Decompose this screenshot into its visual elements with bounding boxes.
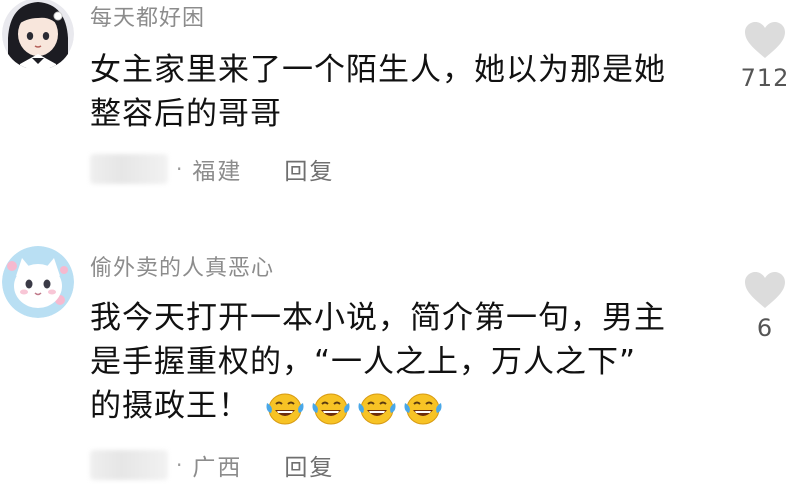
- white-cat-avatar-icon: [2, 246, 74, 318]
- heart-icon: [745, 272, 785, 308]
- comment-text-line: 的摄政王！: [90, 384, 730, 428]
- laughing-tears-emoji-icon: [312, 393, 350, 424]
- blurred-date: [90, 450, 168, 480]
- comment-text-line-end: 的摄政王！: [90, 388, 250, 424]
- comment-text: 我今天打开一本小说，简介第一句，男主 是手握重权的，“一人之上，万人之下” 的摄…: [90, 296, 730, 428]
- comment-meta: · 广西 回复: [90, 448, 334, 482]
- like-button[interactable]: 6: [735, 270, 795, 342]
- separator-dot: ·: [176, 453, 183, 477]
- reply-button[interactable]: 回复: [284, 448, 334, 482]
- comment-item: 偷外卖的人真恶心 我今天打开一本小说，简介第一句，男主 是手握重权的，“一人之上…: [0, 0, 795, 486]
- emoji-row: [264, 389, 448, 427]
- comment-text-line: 我今天打开一本小说，简介第一句，男主: [90, 300, 666, 336]
- ip-region: 广西: [192, 455, 243, 481]
- like-count: 6: [756, 314, 774, 342]
- laughing-tears-emoji-icon: [358, 393, 396, 424]
- avatar[interactable]: [2, 246, 74, 318]
- username[interactable]: 偷外卖的人真恶心: [90, 250, 274, 282]
- laughing-tears-emoji-icon: [404, 393, 442, 424]
- laughing-tears-emoji-icon: [266, 393, 304, 424]
- comment-text-line: 是手握重权的，“一人之上，万人之下”: [90, 344, 637, 380]
